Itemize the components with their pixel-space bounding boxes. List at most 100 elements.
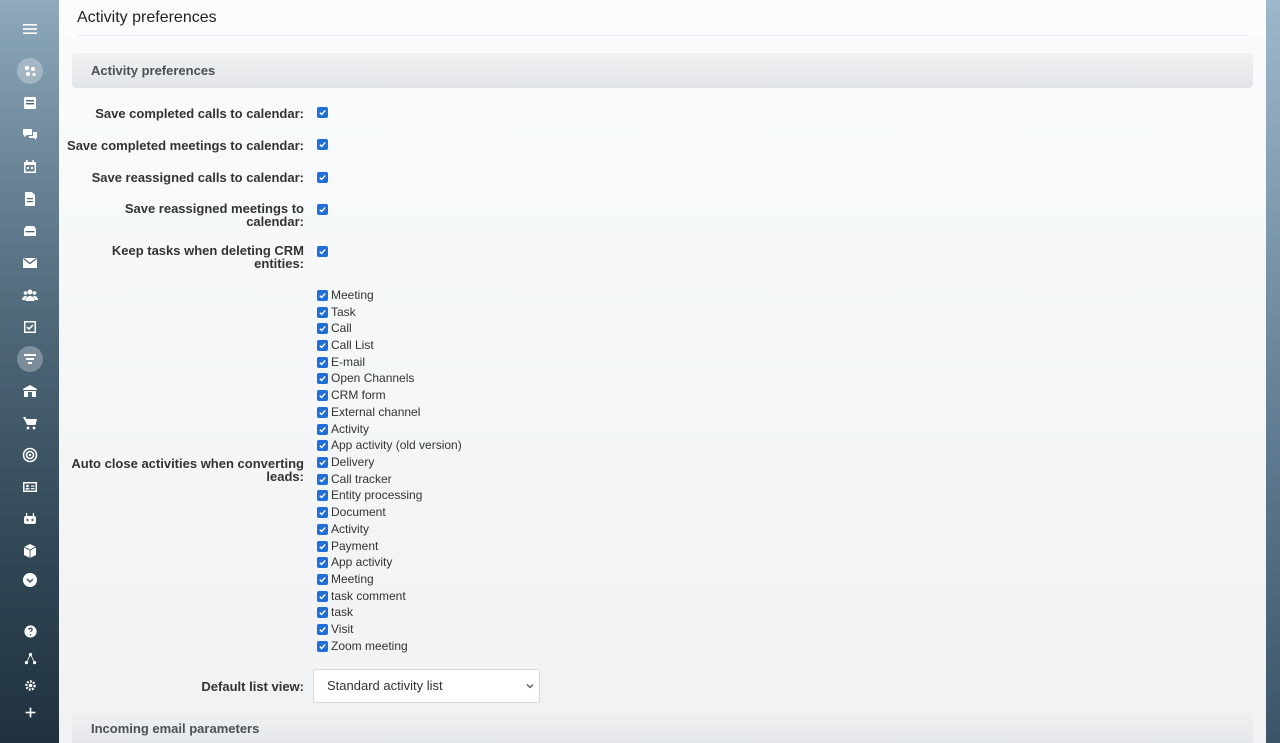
auto-close-option[interactable]: E-mail	[317, 355, 365, 369]
checkbox[interactable]	[317, 372, 328, 384]
option-label: Open Channels	[331, 371, 415, 385]
auto-close-option[interactable]: Payment	[317, 539, 378, 553]
page-title: Activity preferences	[77, 9, 217, 26]
checkbox[interactable]	[317, 606, 328, 618]
checkbox[interactable]	[317, 640, 328, 652]
auto-close-option[interactable]: Delivery	[317, 455, 374, 469]
checkbox[interactable]	[317, 389, 328, 401]
auto-close-option[interactable]: Meeting	[317, 572, 374, 586]
help-icon[interactable]	[17, 618, 43, 644]
settings-icon[interactable]	[17, 672, 43, 698]
checkbox[interactable]	[317, 306, 328, 318]
auto-close-option[interactable]: Call tracker	[317, 472, 392, 486]
add-icon[interactable]	[17, 699, 43, 725]
option-label: task	[331, 605, 354, 619]
checkbox[interactable]	[317, 573, 328, 585]
tasks-icon[interactable]	[17, 314, 43, 340]
auto-close-option[interactable]: Call List	[317, 338, 374, 352]
checkbox[interactable]	[317, 623, 328, 635]
company-icon[interactable]	[17, 378, 43, 404]
checkbox[interactable]	[317, 473, 328, 485]
more-icon[interactable]	[17, 567, 43, 593]
employees-icon[interactable]	[17, 282, 43, 308]
section-header-activity: Activity preferences	[72, 53, 1253, 88]
network-icon[interactable]	[17, 645, 43, 671]
option-label: Visit	[331, 622, 354, 636]
checkbox[interactable]	[317, 506, 328, 518]
robot-icon[interactable]	[17, 506, 43, 532]
option-label: Meeting	[331, 288, 374, 302]
auto-close-option[interactable]: Activity	[317, 522, 369, 536]
auto-close-option[interactable]: Visit	[317, 622, 353, 636]
option-label: Meeting	[331, 572, 374, 586]
checkbox[interactable]	[317, 489, 328, 501]
option-label: Activity	[331, 422, 370, 436]
chevron-down-icon	[526, 684, 534, 689]
menu-icon[interactable]	[17, 16, 43, 42]
setting-checkbox-reassigned-meetings[interactable]	[317, 204, 328, 215]
setting-checkbox-keep-tasks[interactable]	[317, 246, 328, 257]
option-label: Task	[331, 305, 356, 319]
option-label: E-mail	[331, 355, 366, 369]
setting-label-completed-meetings: Save completed meetings to calendar:	[67, 138, 304, 153]
drive-icon[interactable]	[17, 218, 43, 244]
auto-close-option[interactable]: Document	[317, 505, 386, 519]
option-label: External channel	[331, 405, 421, 419]
auto-close-option[interactable]: task comment	[317, 589, 406, 603]
default-list-view-select[interactable]: Standard activity list	[313, 669, 540, 703]
option-label: Call	[331, 321, 352, 335]
auto-close-option[interactable]: App activity (old version)	[317, 438, 462, 452]
auto-close-option[interactable]: Entity processing	[317, 488, 422, 502]
auto-close-option[interactable]: External channel	[317, 405, 420, 419]
checkbox[interactable]	[317, 356, 328, 368]
option-label: Document	[331, 505, 386, 519]
feed-icon[interactable]	[17, 90, 43, 116]
crm-icon[interactable]	[17, 346, 43, 372]
option-label: Call tracker	[331, 472, 392, 486]
target-icon[interactable]	[17, 442, 43, 468]
checkbox[interactable]	[317, 590, 328, 602]
sites-icon[interactable]	[17, 58, 43, 84]
setting-label-reassigned-calls: Save reassigned calls to calendar:	[91, 170, 304, 185]
checkbox[interactable]	[317, 540, 328, 552]
setting-label-reassigned-meetings: Save reassigned meetings to calendar:	[124, 201, 304, 229]
mail-icon[interactable]	[17, 250, 43, 276]
background-strip	[1266, 0, 1280, 743]
left-sidebar	[0, 0, 59, 743]
default-list-view-value: Standard activity list	[327, 678, 443, 693]
checkbox[interactable]	[317, 423, 328, 435]
chat-icon[interactable]	[17, 122, 43, 148]
auto-close-option[interactable]: Zoom meeting	[317, 639, 408, 653]
auto-close-option[interactable]: task	[317, 605, 353, 619]
calendar-icon[interactable]	[17, 154, 43, 180]
box-icon[interactable]	[17, 538, 43, 564]
checkbox[interactable]	[317, 339, 328, 351]
checkbox[interactable]	[317, 322, 328, 334]
option-label: App activity (old version)	[331, 438, 462, 452]
auto-close-option[interactable]: Call	[317, 321, 352, 335]
contact-card-icon[interactable]	[17, 474, 43, 500]
checkbox[interactable]	[317, 556, 328, 568]
document-icon[interactable]	[17, 186, 43, 212]
setting-checkbox-completed-meetings[interactable]	[317, 139, 328, 150]
setting-checkbox-reassigned-calls[interactable]	[317, 172, 328, 183]
checkbox[interactable]	[317, 456, 328, 468]
auto-close-option[interactable]: Task	[317, 305, 356, 319]
auto-close-option[interactable]: Meeting	[317, 288, 374, 302]
auto-close-option[interactable]: CRM form	[317, 388, 386, 402]
option-label: Payment	[331, 539, 379, 553]
auto-close-option[interactable]: App activity	[317, 555, 392, 569]
shop-icon[interactable]	[17, 410, 43, 436]
checkbox[interactable]	[317, 523, 328, 535]
option-label: Activity	[331, 522, 370, 536]
setting-label-keep-tasks: Keep tasks when deleting CRM entities:	[111, 243, 304, 271]
checkbox[interactable]	[317, 289, 328, 301]
option-label: App activity	[331, 555, 393, 569]
setting-checkbox-completed-calls[interactable]	[317, 107, 328, 118]
checkbox[interactable]	[317, 406, 328, 418]
checkbox[interactable]	[317, 439, 328, 451]
section-header-incoming-email: Incoming email parameters	[72, 711, 1253, 743]
auto-close-option[interactable]: Activity	[317, 422, 369, 436]
auto-close-option[interactable]: Open Channels	[317, 371, 414, 385]
option-label: task comment	[331, 589, 406, 603]
